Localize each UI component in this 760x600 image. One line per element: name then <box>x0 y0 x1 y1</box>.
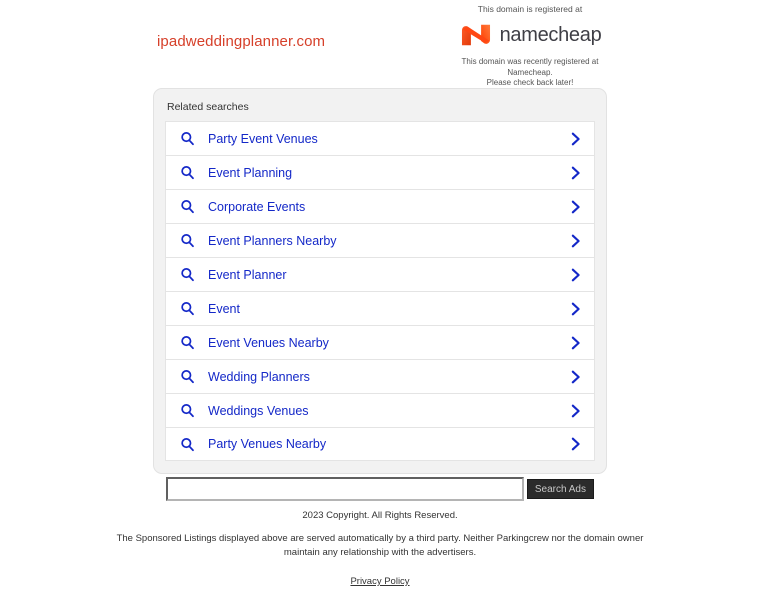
chevron-right-icon <box>571 166 580 179</box>
search-ads-button[interactable]: Search Ads <box>526 479 594 499</box>
search-icon <box>181 268 194 282</box>
related-search-label: Event Venues Nearby <box>208 335 329 350</box>
chevron-right-icon <box>571 200 580 213</box>
namecheap-n-logo-icon <box>461 24 490 46</box>
search-icon <box>181 404 194 418</box>
related-searches-panel: Related searches Party Event Venues Event… <box>153 88 607 474</box>
chevron-right-icon <box>571 370 580 383</box>
search-icon <box>181 166 194 180</box>
related-search-row[interactable]: Corporate Events <box>165 189 595 223</box>
related-search-row[interactable]: Wedding Planners <box>165 359 595 393</box>
registrar-wordmark: namecheap <box>499 24 602 46</box>
chevron-right-icon <box>571 268 580 281</box>
registrar-block: This domain is registered at namecheap T… <box>440 0 620 89</box>
related-search-row[interactable]: Party Venues Nearby <box>165 427 595 461</box>
related-search-label: Weddings Venues <box>208 403 309 418</box>
related-search-label: Party Event Venues <box>208 131 318 146</box>
chevron-right-icon <box>571 302 580 315</box>
chevron-right-icon <box>571 336 580 349</box>
search-icon <box>181 370 194 384</box>
search-icon <box>181 302 194 316</box>
page-header: ipadweddingplanner.com This domain is re… <box>0 0 760 87</box>
related-search-row[interactable]: Event Planning <box>165 155 595 189</box>
search-icon <box>181 132 194 146</box>
related-search-label: Event Planning <box>208 165 293 180</box>
related-searches-list: Party Event Venues Event Planning Corporat… <box>165 121 595 461</box>
related-searches-title: Related searches <box>167 101 249 113</box>
related-search-row[interactable]: Event <box>165 291 595 325</box>
related-search-row[interactable]: Party Event Venues <box>165 121 595 155</box>
registrar-prefix-text: This domain is registered at <box>477 4 583 14</box>
registrar-notice-line-2: Please check back later! <box>486 78 574 87</box>
registrar-notice-line-1: This domain was recently registered at N… <box>461 57 599 77</box>
copyright-text: 2023 Copyright. All Rights Reserved. <box>302 510 458 521</box>
related-search-label: Corporate Events <box>208 199 306 214</box>
related-search-row[interactable]: Event Planner <box>165 257 595 291</box>
related-search-label: Event Planner <box>208 267 287 282</box>
related-search-row[interactable]: Event Planners Nearby <box>165 223 595 257</box>
related-search-label: Event Planners Nearby <box>208 233 337 248</box>
search-input[interactable] <box>166 477 524 501</box>
page-title: ipadweddingplanner.com <box>157 33 326 50</box>
disclaimer-text: The Sponsored Listings displayed above a… <box>116 533 644 558</box>
privacy-policy-link[interactable]: Privacy Policy <box>350 576 409 587</box>
chevron-right-icon <box>571 437 580 451</box>
related-search-label: Event <box>208 301 240 316</box>
registrar-notice: This domain was recently registered at N… <box>440 57 620 89</box>
search-icon <box>181 437 194 451</box>
related-search-row[interactable]: Event Venues Nearby <box>165 325 595 359</box>
search-icon <box>181 234 194 248</box>
page-footer: 2023 Copyright. All Rights Reserved. The… <box>0 510 760 589</box>
related-search-label: Wedding Planners <box>208 369 310 384</box>
chevron-right-icon <box>571 234 580 247</box>
chevron-right-icon <box>571 132 580 145</box>
registrar-logo: namecheap <box>440 19 620 51</box>
related-search-label: Party Venues Nearby <box>208 437 327 451</box>
search-icon <box>181 336 194 350</box>
related-search-row[interactable]: Weddings Venues <box>165 393 595 427</box>
search-bar: Search Ads <box>166 477 594 501</box>
chevron-right-icon <box>571 404 580 417</box>
search-icon <box>181 200 194 214</box>
